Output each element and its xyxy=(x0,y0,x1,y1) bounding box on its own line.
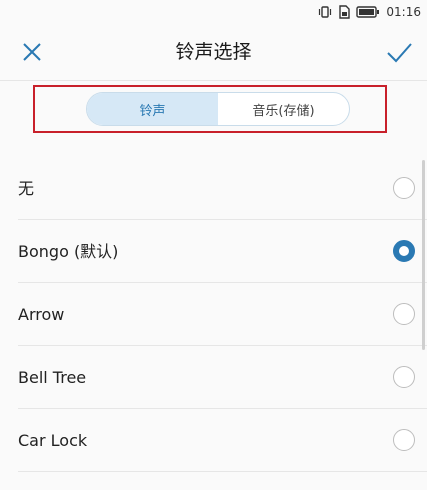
scrollbar[interactable] xyxy=(422,160,425,350)
list-item-label: Bongo (默认) xyxy=(18,242,119,261)
radio-button[interactable] xyxy=(393,177,415,199)
battery-icon xyxy=(356,6,380,18)
status-time: 01:16 xyxy=(386,5,421,19)
sim-card-icon xyxy=(339,5,351,19)
close-icon xyxy=(23,43,41,61)
list-item[interactable]: 无 xyxy=(18,157,427,220)
ringtone-list: 无 Bongo (默认) Arrow Bell Tree Car Lock xyxy=(0,157,427,472)
list-item-label: Bell Tree xyxy=(18,368,87,387)
list-item-label: 无 xyxy=(18,179,35,198)
list-item[interactable]: Bongo (默认) xyxy=(18,220,427,283)
tab-music-storage[interactable]: 音乐(存储) xyxy=(218,93,349,125)
list-item[interactable]: Arrow xyxy=(18,283,427,346)
confirm-button[interactable] xyxy=(379,32,419,72)
header-divider xyxy=(0,80,427,81)
radio-button-checked[interactable] xyxy=(393,240,415,262)
list-item-label: Car Lock xyxy=(18,431,88,450)
status-bar: 01:16 xyxy=(0,0,427,24)
tab-ringtones[interactable]: 铃声 xyxy=(87,93,218,125)
tab-switcher: 铃声 音乐(存储) xyxy=(86,92,350,126)
list-item[interactable]: Bell Tree xyxy=(18,346,427,409)
list-item[interactable]: Car Lock xyxy=(18,409,427,472)
status-icons: 01:16 xyxy=(318,4,421,20)
radio-button[interactable] xyxy=(393,366,415,388)
close-button[interactable] xyxy=(12,32,52,72)
vibrate-icon xyxy=(319,6,332,18)
checkmark-icon xyxy=(387,43,412,63)
app-bar: 铃声选择 xyxy=(0,24,427,80)
radio-button[interactable] xyxy=(393,429,415,451)
page-title: 铃声选择 xyxy=(175,41,252,63)
list-item-label: Arrow xyxy=(18,305,65,324)
radio-button[interactable] xyxy=(393,303,415,325)
